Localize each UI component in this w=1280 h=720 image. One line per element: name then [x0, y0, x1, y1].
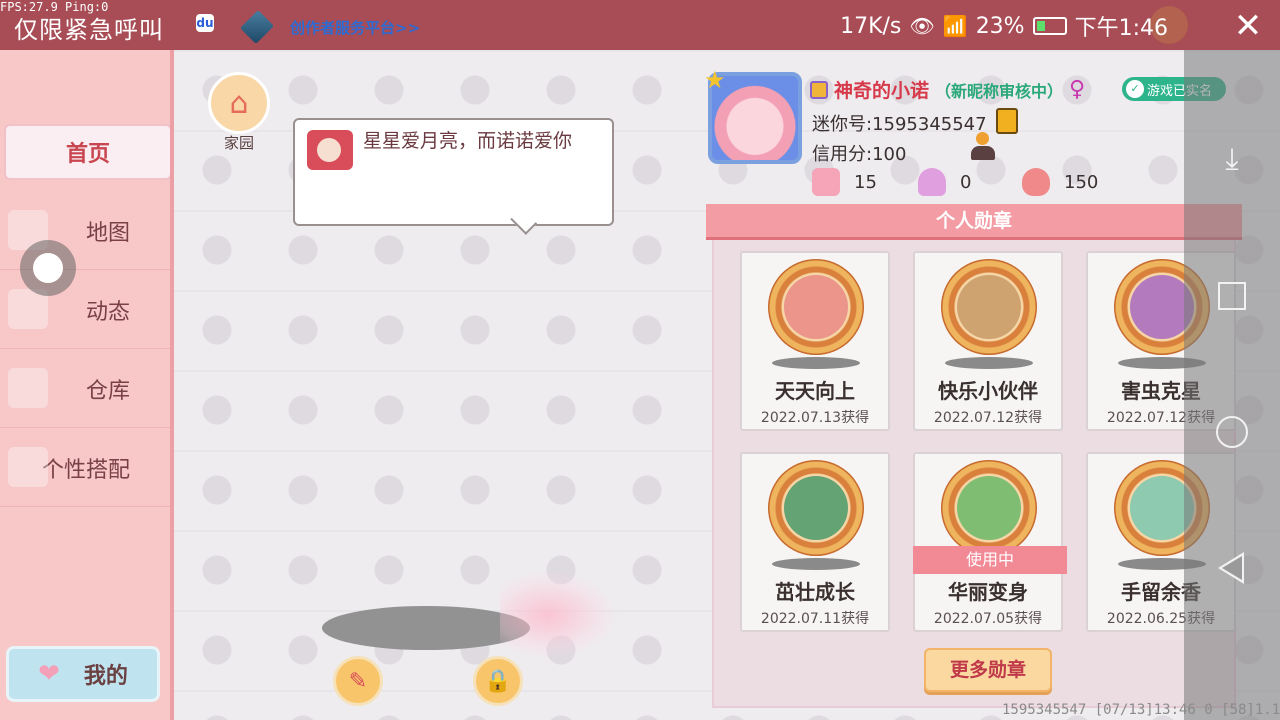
medal-shadow	[772, 558, 860, 570]
stat-popularity: 150	[1022, 168, 1098, 196]
outfit-icon	[8, 447, 48, 487]
medal-card[interactable]: 使用中 华丽变身 2022.07.05获得	[913, 452, 1067, 632]
mini-id: 迷你号:1595345547	[812, 114, 987, 135]
nickname: 神奇的小诺	[834, 80, 930, 102]
net-speed: 17K/s	[840, 13, 902, 39]
medal-name: 快乐小伙伴	[938, 379, 1038, 403]
heart-icon: ❤	[38, 659, 60, 689]
nickname-row: 神奇的小诺 （新昵称审核中） ♀	[810, 76, 1085, 103]
mine-button[interactable]: ❤ 我的	[6, 646, 160, 702]
medal-name: 天天向上	[775, 379, 855, 403]
cheer-icon	[918, 168, 946, 196]
baidu-icon: du	[196, 14, 214, 32]
sparkle-glow	[500, 570, 620, 660]
battery-percent: 23%	[975, 13, 1025, 39]
eye-icon: 👁	[909, 14, 935, 38]
system-indicators: 17K/s 👁 📶 23% 下午1:46	[840, 10, 1168, 42]
footer-debug-info: 1595345547 [07/13]13:46 0 [58]1.15.0	[1002, 702, 1280, 718]
more-medals-button[interactable]: 更多勋章	[924, 648, 1052, 692]
bubble-avatar-icon	[307, 130, 353, 170]
battery-icon	[1032, 17, 1067, 35]
sidebar-item-label: 动态	[85, 299, 130, 325]
recent-apps-icon[interactable]	[1218, 282, 1246, 310]
wifi-icon: 📶	[942, 14, 968, 38]
box-icon	[8, 368, 48, 408]
medal-icon	[941, 460, 1037, 556]
edit-button[interactable]: ✎	[333, 656, 383, 706]
stat-value: 150	[1064, 171, 1099, 193]
medal-name: 华丽变身	[948, 580, 1028, 604]
mine-label: 我的	[83, 664, 128, 689]
credit-score: 信用分:100	[812, 144, 907, 165]
emergency-call-text: 仅限紧急呼叫	[14, 16, 164, 44]
sidebar-item-outfit[interactable]: 个性搭配	[0, 429, 170, 507]
medal-name: 茁壮成长	[775, 580, 855, 604]
lock-button[interactable]: 🔒	[473, 656, 523, 706]
sidebar-item-home[interactable]: 首页	[4, 124, 172, 180]
sidebar-item-label: 个性搭配	[41, 457, 130, 483]
lock-icon: 🔒	[484, 668, 512, 694]
back-icon[interactable]	[1218, 552, 1244, 584]
close-icon[interactable]: ✕	[1230, 6, 1266, 46]
medal-shadow	[945, 357, 1033, 369]
home-nav-icon[interactable]	[1216, 416, 1248, 448]
home-garden-button[interactable]: ⌂	[208, 72, 270, 134]
bookmark-plus-icon	[812, 168, 840, 196]
crown-icon: ★	[704, 66, 726, 94]
character-shadow	[322, 606, 530, 650]
creator-platform-link[interactable]: 创作者服务平台>>	[290, 17, 420, 38]
medal-icon	[941, 259, 1037, 355]
clock: 下午1:46	[1074, 16, 1168, 41]
vip-icon	[810, 80, 828, 99]
medal-icon	[768, 259, 864, 355]
stat-value: 15	[854, 171, 877, 193]
medal-section-header: 个人勋章	[706, 204, 1242, 240]
sidebar-item-label: 首页	[65, 142, 110, 167]
house-icon: ⌂	[229, 85, 249, 121]
sidebar: 首页 地图 动态 仓库 个性搭配	[0, 50, 174, 720]
stat-cheers: 0	[918, 168, 971, 196]
flame-icon	[1022, 168, 1050, 196]
medal-date: 2022.07.05获得	[933, 611, 1043, 627]
speech-bubble: 星星爱月亮，而诺诺爱你	[293, 118, 614, 226]
medal-date: 2022.07.11获得	[760, 611, 870, 627]
sidebar-item-label: 仓库	[85, 378, 130, 404]
medal-card[interactable]: 茁壮成长 2022.07.11获得	[740, 452, 890, 632]
medal-date: 2022.07.12获得	[933, 410, 1043, 426]
floating-assist-ball[interactable]	[20, 240, 76, 296]
medal-icon	[768, 460, 864, 556]
pull-down-icon[interactable]: ⤓	[1212, 140, 1252, 180]
status-bar: FPS:27.9 Ping:0 仅限紧急呼叫 du 创作者服务平台>> 17K/…	[0, 0, 1280, 50]
app-cube-icon	[240, 10, 274, 44]
female-icon: ♀	[1069, 77, 1086, 102]
in-use-badge: 使用中	[913, 546, 1067, 574]
medal-date: 2022.07.13获得	[760, 410, 870, 426]
home-garden-label: 家园	[223, 134, 254, 152]
nickname-status: （新昵称审核中）	[935, 81, 1064, 101]
copy-icon[interactable]	[996, 108, 1018, 134]
person-check-icon: ✓	[1126, 80, 1144, 98]
pencil-icon: ✎	[348, 668, 368, 694]
medal-card[interactable]: 天天向上 2022.07.13获得	[740, 251, 890, 431]
sidebar-item-warehouse[interactable]: 仓库	[0, 350, 170, 428]
sidebar-item-label: 地图	[85, 220, 130, 246]
person-card-icon[interactable]	[968, 132, 996, 162]
stat-bookmarks: 15	[812, 168, 877, 196]
bubble-text: 星星爱月亮，而诺诺爱你	[363, 130, 573, 152]
medal-shadow	[772, 357, 860, 369]
medal-card[interactable]: 快乐小伙伴 2022.07.12获得	[913, 251, 1063, 431]
stat-value: 0	[960, 171, 972, 193]
